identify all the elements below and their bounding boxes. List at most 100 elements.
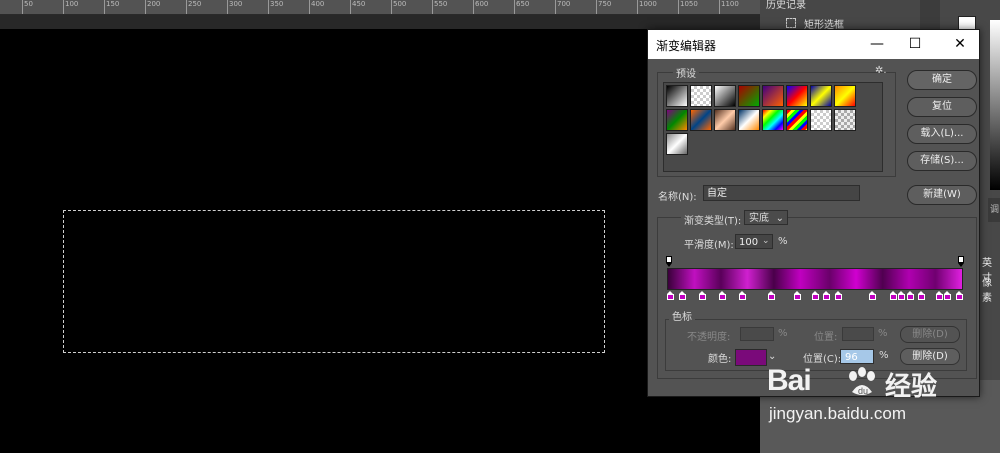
color-stop[interactable] xyxy=(678,291,686,300)
preset-swatch[interactable] xyxy=(714,85,736,107)
color-stop[interactable] xyxy=(918,291,926,300)
color-stop[interactable] xyxy=(739,291,747,300)
color-stop[interactable] xyxy=(898,291,906,300)
preset-swatch[interactable] xyxy=(666,133,688,155)
preset-swatch[interactable] xyxy=(666,85,688,107)
new-button[interactable]: 新建(W) xyxy=(907,185,977,205)
color-ramp[interactable] xyxy=(990,20,1000,190)
ruler-tick xyxy=(596,0,597,14)
color-stop[interactable] xyxy=(944,291,952,300)
history-tab[interactable]: 历史记录 xyxy=(766,0,806,11)
preset-swatch[interactable] xyxy=(810,85,832,107)
color-stop[interactable] xyxy=(823,291,831,300)
color-stop[interactable] xyxy=(834,291,842,300)
ruler-tick xyxy=(637,0,638,14)
color-stop[interactable] xyxy=(719,291,727,300)
preset-swatch[interactable] xyxy=(834,85,856,107)
preset-swatch[interactable] xyxy=(666,109,688,131)
opacity-stop-right[interactable] xyxy=(958,256,964,263)
gradient-type-select[interactable]: 实底 ⌄ xyxy=(744,210,788,225)
color-stop[interactable] xyxy=(768,291,776,300)
color-stop[interactable] xyxy=(956,291,963,300)
ruler-tick xyxy=(104,0,105,14)
preset-swatch[interactable] xyxy=(738,109,760,131)
svg-text:du: du xyxy=(858,386,868,396)
opacity-stop-left[interactable] xyxy=(666,256,672,263)
ruler-tick-label: 300 xyxy=(229,0,243,8)
ruler-tick-label: 50 xyxy=(24,0,33,8)
ruler-tick xyxy=(350,0,351,14)
ruler-tick-label: 700 xyxy=(557,0,571,8)
gradient-type-value: 实底 xyxy=(749,213,769,224)
stop-color-swatch[interactable] xyxy=(735,349,767,366)
marquee-icon xyxy=(786,18,796,28)
ruler-tick xyxy=(309,0,310,14)
stops-label: 色标 xyxy=(669,308,695,323)
opacity-label: 不透明度: xyxy=(687,332,731,343)
ruler-tick xyxy=(514,0,515,14)
document-canvas[interactable] xyxy=(0,29,760,453)
color-stop[interactable] xyxy=(906,291,914,300)
preset-swatch[interactable] xyxy=(690,85,712,107)
ruler-tick xyxy=(719,0,720,14)
color-stop[interactable] xyxy=(935,291,943,300)
ruler-tick-label: 400 xyxy=(311,0,325,8)
save-button[interactable]: 存储(S)... xyxy=(907,151,977,171)
gradient-type-label: 渐变类型(T): xyxy=(681,212,745,227)
close-button[interactable]: ✕ xyxy=(946,34,974,54)
reset-button[interactable]: 复位 xyxy=(907,97,977,117)
color-stop[interactable] xyxy=(698,291,706,300)
horizontal-ruler: 50 100 150 200 250 300 350 400 450 500 550 600 650 70… xyxy=(0,0,760,15)
preset-swatch[interactable] xyxy=(714,109,736,131)
preset-swatch[interactable] xyxy=(834,109,856,131)
preset-swatch[interactable] xyxy=(690,109,712,131)
dialog-titlebar[interactable]: 渐变编辑器 — ☐ ✕ xyxy=(648,30,979,59)
preset-swatches xyxy=(663,82,883,172)
preset-swatch[interactable] xyxy=(738,85,760,107)
color-stop[interactable] xyxy=(811,291,819,300)
opacity-delete-button: 删除(D) xyxy=(900,326,960,343)
preset-swatch[interactable] xyxy=(786,109,808,131)
opacity-position-unit: % xyxy=(878,328,888,339)
color-stop[interactable] xyxy=(667,291,674,300)
ruler-tick-label: 1000 xyxy=(639,0,657,8)
opacity-stop-right-pointer xyxy=(958,263,964,267)
color-stop[interactable] xyxy=(794,291,802,300)
load-button[interactable]: 载入(L)... xyxy=(907,124,977,144)
chevron-down-icon[interactable]: ⌄ xyxy=(762,236,770,246)
ruler-tick-label: 200 xyxy=(147,0,161,8)
ruler-tick-label: 600 xyxy=(475,0,489,8)
ruler-tick-label: 650 xyxy=(516,0,530,8)
smoothness-unit: % xyxy=(778,236,788,247)
ruler-tick-label: 250 xyxy=(188,0,202,8)
preset-swatch[interactable] xyxy=(762,85,784,107)
opacity-unit: % xyxy=(778,328,788,339)
minimize-button[interactable]: — xyxy=(863,34,891,54)
preset-swatch[interactable] xyxy=(810,109,832,131)
opacity-stop-left-pointer xyxy=(666,263,672,267)
ruler-tick-label: 450 xyxy=(352,0,366,8)
color-stop[interactable] xyxy=(889,291,897,300)
canvas-top-strip xyxy=(0,15,760,29)
preset-swatch[interactable] xyxy=(762,109,784,131)
ruler-tick xyxy=(268,0,269,14)
dialog-title: 渐变编辑器 xyxy=(656,39,717,53)
ruler-tick xyxy=(22,0,23,14)
gradient-bar[interactable] xyxy=(667,268,963,290)
preset-swatch[interactable] xyxy=(786,85,808,107)
chevron-down-icon: ⌄ xyxy=(775,213,784,224)
ok-button[interactable]: 确定 xyxy=(907,70,977,90)
watermark-brand-cn: 经验 xyxy=(885,372,938,402)
gear-icon[interactable]: ✲. xyxy=(875,65,887,76)
baidu-watermark: Bai du 经验 jingyan.baidu.com xyxy=(765,356,995,451)
rectangular-marquee-selection xyxy=(63,210,605,353)
ruler-tick xyxy=(473,0,474,14)
name-field[interactable]: 自定 xyxy=(703,185,860,201)
ruler-tick-label: 550 xyxy=(434,0,448,8)
ruler-tick xyxy=(145,0,146,14)
maximize-button[interactable]: ☐ xyxy=(901,34,929,54)
ruler-tick xyxy=(63,0,64,14)
ruler-tick xyxy=(555,0,556,14)
color-stop[interactable] xyxy=(869,291,877,300)
presets-label: 预设 xyxy=(673,65,699,80)
